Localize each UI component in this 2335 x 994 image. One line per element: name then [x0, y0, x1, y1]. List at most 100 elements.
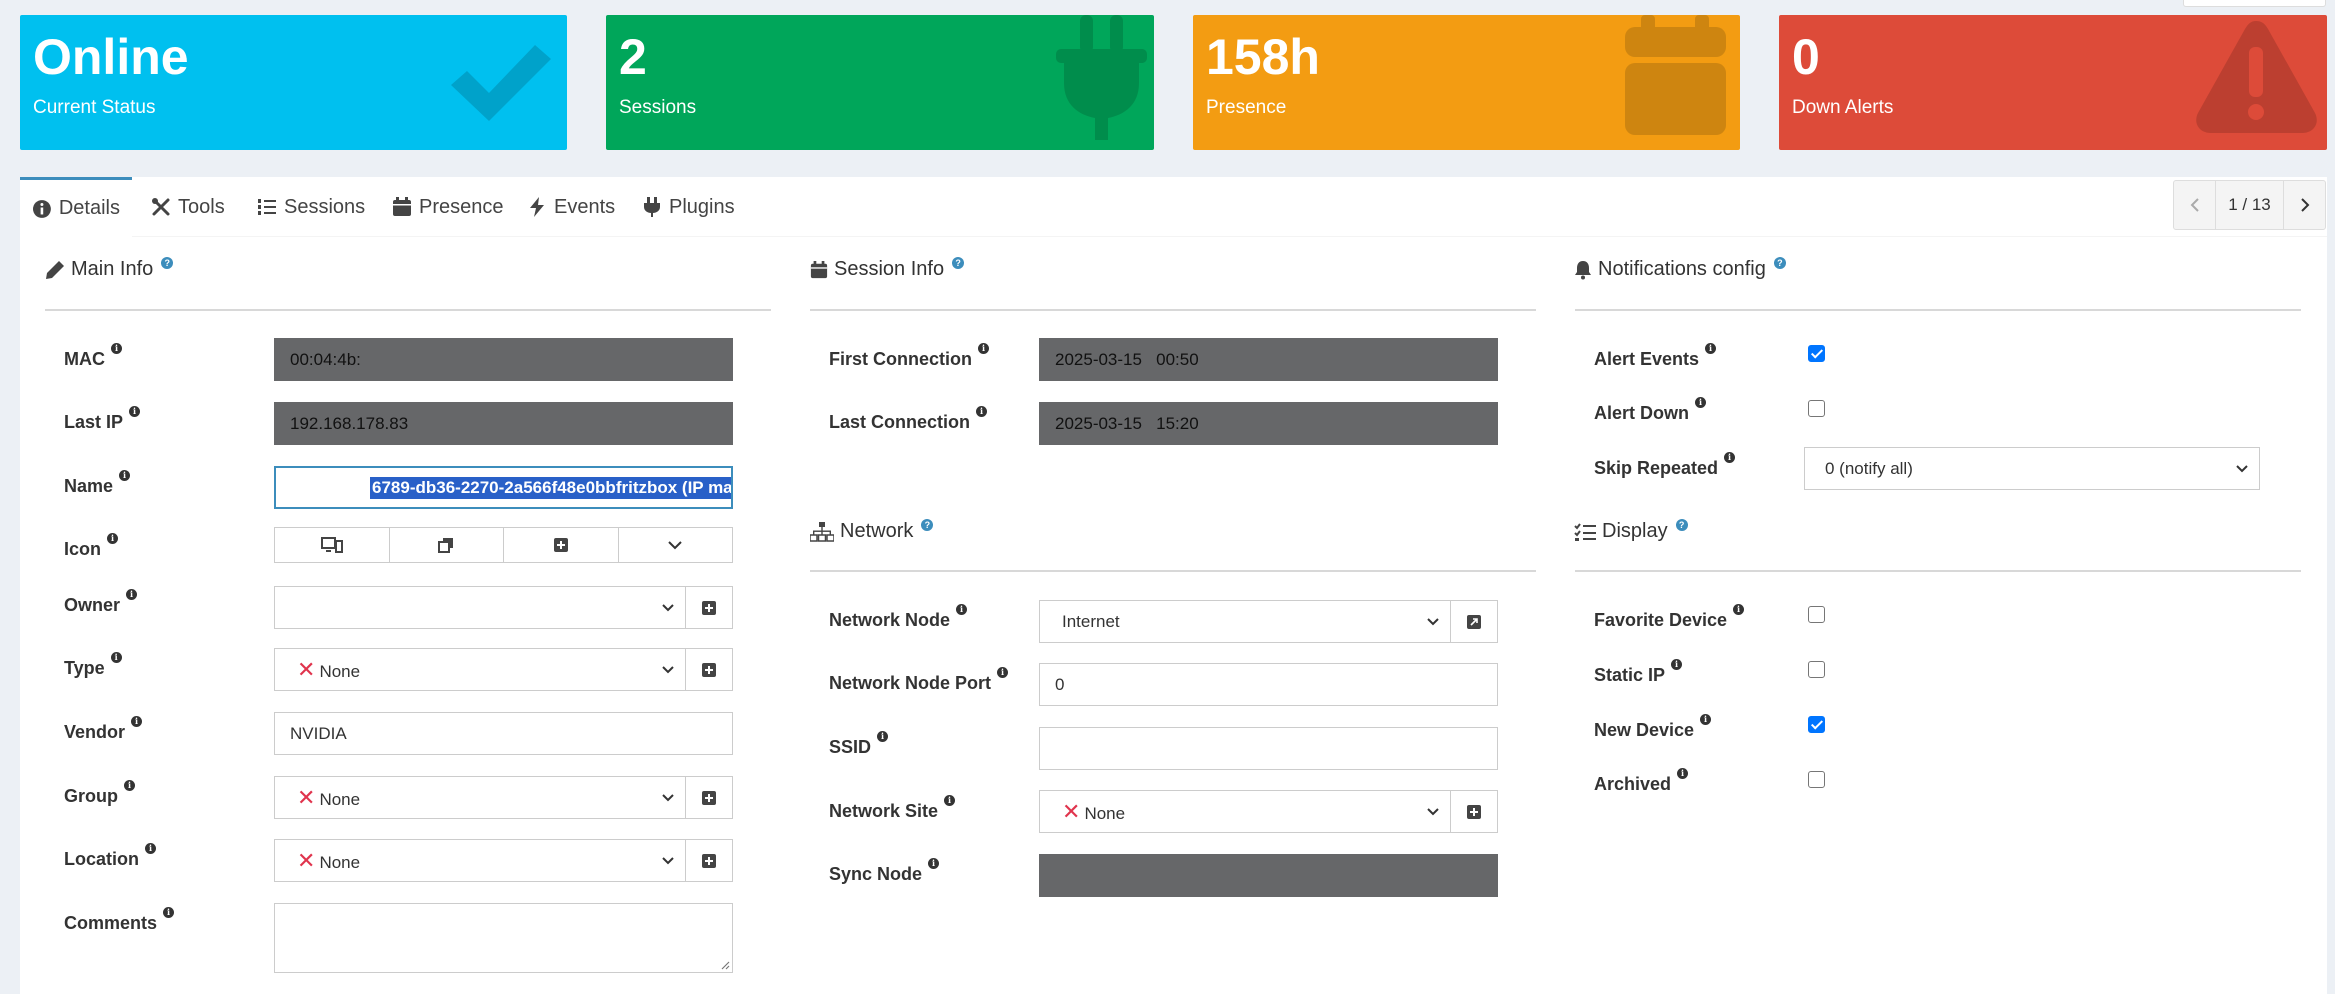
icon-option-devices[interactable] [275, 528, 390, 562]
top-right-control[interactable] [2183, 0, 2326, 7]
tab-events[interactable]: Events [515, 177, 627, 237]
help-icon[interactable]: ? [921, 518, 934, 531]
info-icon[interactable]: i [1695, 397, 1707, 408]
owner-label-text: Owner [64, 595, 121, 615]
help-icon[interactable]: ? [1675, 518, 1688, 531]
add-location-button[interactable] [685, 839, 733, 882]
archived-checkbox[interactable] [1808, 771, 1825, 788]
info-icon[interactable]: i [976, 406, 988, 417]
info-icon[interactable]: i [163, 907, 175, 918]
resize-handle-icon[interactable] [720, 960, 730, 970]
chevron-right-icon [2300, 198, 2309, 212]
tab-presence[interactable]: Presence [380, 177, 516, 237]
owner-select[interactable] [274, 586, 686, 629]
status-box[interactable]: Online Current Status [20, 15, 567, 150]
plus-square-icon [702, 662, 716, 677]
network-node-select[interactable]: Internet [1039, 600, 1451, 643]
down-alerts-box[interactable]: 0 Down Alerts [1779, 15, 2327, 150]
sessions-box[interactable]: 2 Sessions [606, 15, 1154, 150]
help-icon[interactable]: ? [161, 256, 174, 269]
tab-details[interactable]: Details [20, 177, 132, 237]
icon-dropdown-toggle[interactable] [619, 528, 733, 562]
ssid-label: SSID i [829, 731, 889, 758]
tab-tools[interactable]: Tools [139, 177, 237, 237]
info-icon[interactable]: i [928, 858, 940, 869]
info-icon[interactable]: i [1724, 452, 1736, 463]
new-device-checkbox[interactable] [1808, 716, 1825, 733]
info-icon[interactable]: i [1671, 659, 1683, 670]
tab-sessions-label: Sessions [284, 195, 366, 218]
info-icon[interactable]: i [111, 343, 122, 354]
info-icon[interactable]: i [944, 795, 956, 806]
info-icon[interactable]: i [956, 604, 968, 615]
info-icon[interactable]: i [129, 406, 141, 417]
x-mark-icon: ✕ [297, 656, 316, 682]
next-device-button[interactable] [2284, 181, 2325, 229]
add-type-button[interactable] [685, 648, 733, 691]
info-icon[interactable]: i [107, 533, 119, 544]
tab-plugins[interactable]: Plugins [630, 177, 747, 237]
last-connection-label-text: Last Connection [829, 412, 971, 432]
add-network-site-button[interactable] [1450, 790, 1498, 833]
info-icon[interactable]: i [1705, 343, 1717, 354]
tab-sessions[interactable]: Sessions [245, 177, 377, 237]
static-ip-checkbox[interactable] [1808, 661, 1825, 678]
skip-repeated-select[interactable]: 0 (notify all) [1804, 447, 2260, 490]
session-info-title-text: Session Info [834, 258, 945, 280]
plus-square-icon [702, 853, 716, 868]
check-icon [451, 45, 551, 121]
network-site-select[interactable]: ✕ None [1039, 790, 1451, 833]
info-icon[interactable]: i [877, 731, 889, 742]
info-icon[interactable]: i [119, 470, 131, 481]
icon-option-add[interactable] [504, 528, 619, 562]
presence-box[interactable]: 158h Presence [1193, 15, 1740, 150]
alert-events-checkbox[interactable] [1808, 345, 1825, 362]
ssid-input[interactable] [1039, 727, 1498, 770]
favorite-device-checkbox[interactable] [1808, 606, 1825, 623]
group-select[interactable]: ✕ None [274, 776, 686, 819]
name-input[interactable]: 6789-db36-2270-2a566f48e0bbfritzbox (IP … [274, 466, 733, 509]
info-icon[interactable]: i [131, 716, 143, 727]
add-owner-button[interactable] [685, 586, 733, 629]
network-node-port-label: Network Node Port i [829, 667, 1009, 694]
favorite-device-label: Favorite Device i [1594, 604, 1745, 631]
plus-square-icon [553, 538, 568, 552]
network-node-port-input[interactable]: 0 [1039, 663, 1498, 706]
network-node-label-text: Network Node [829, 610, 951, 630]
plus-square-icon [702, 790, 716, 805]
add-group-button[interactable] [685, 776, 733, 819]
alert-down-checkbox[interactable] [1808, 400, 1825, 417]
type-label-text: Type [64, 658, 105, 678]
plus-square-icon [1467, 804, 1481, 819]
help-icon[interactable]: ? [952, 256, 965, 269]
info-icon[interactable]: i [1700, 714, 1712, 725]
group-value-wrap: ✕ None [297, 785, 360, 811]
info-icon[interactable]: i [1677, 768, 1689, 779]
previous-device-button[interactable] [2174, 181, 2215, 229]
x-mark-icon: ✕ [297, 847, 316, 873]
name-value: 6789-db36-2270-2a566f48e0bbfritzbox (IP … [370, 476, 733, 499]
chevron-down-icon [662, 793, 674, 801]
tab-plugins-label: Plugins [669, 195, 735, 218]
info-icon[interactable]: i [124, 780, 135, 791]
info-icon[interactable]: i [997, 667, 1009, 678]
plug-icon [1056, 15, 1147, 140]
help-icon[interactable]: ? [1773, 256, 1786, 269]
info-icon[interactable]: i [145, 843, 156, 854]
chevron-down-icon [1427, 617, 1439, 625]
location-select[interactable]: ✕ None [274, 839, 686, 882]
info-icon[interactable]: i [1733, 604, 1745, 615]
comments-textarea[interactable] [274, 903, 733, 973]
first-connection-label: First Connection i [829, 343, 989, 370]
mac-label: MAC i [64, 343, 122, 370]
type-select[interactable]: ✕ None [274, 648, 686, 691]
new-device-label: New Device i [1594, 714, 1712, 741]
info-icon[interactable]: i [110, 652, 122, 663]
chevron-down-icon [662, 603, 674, 611]
vendor-input[interactable]: NVIDIA [274, 712, 733, 755]
icon-option-copy[interactable] [390, 528, 504, 562]
info-icon[interactable]: i [126, 589, 138, 600]
info-icon[interactable]: i [978, 343, 989, 354]
comments-label: Comments i [64, 907, 175, 934]
open-network-node-button[interactable] [1450, 600, 1498, 643]
